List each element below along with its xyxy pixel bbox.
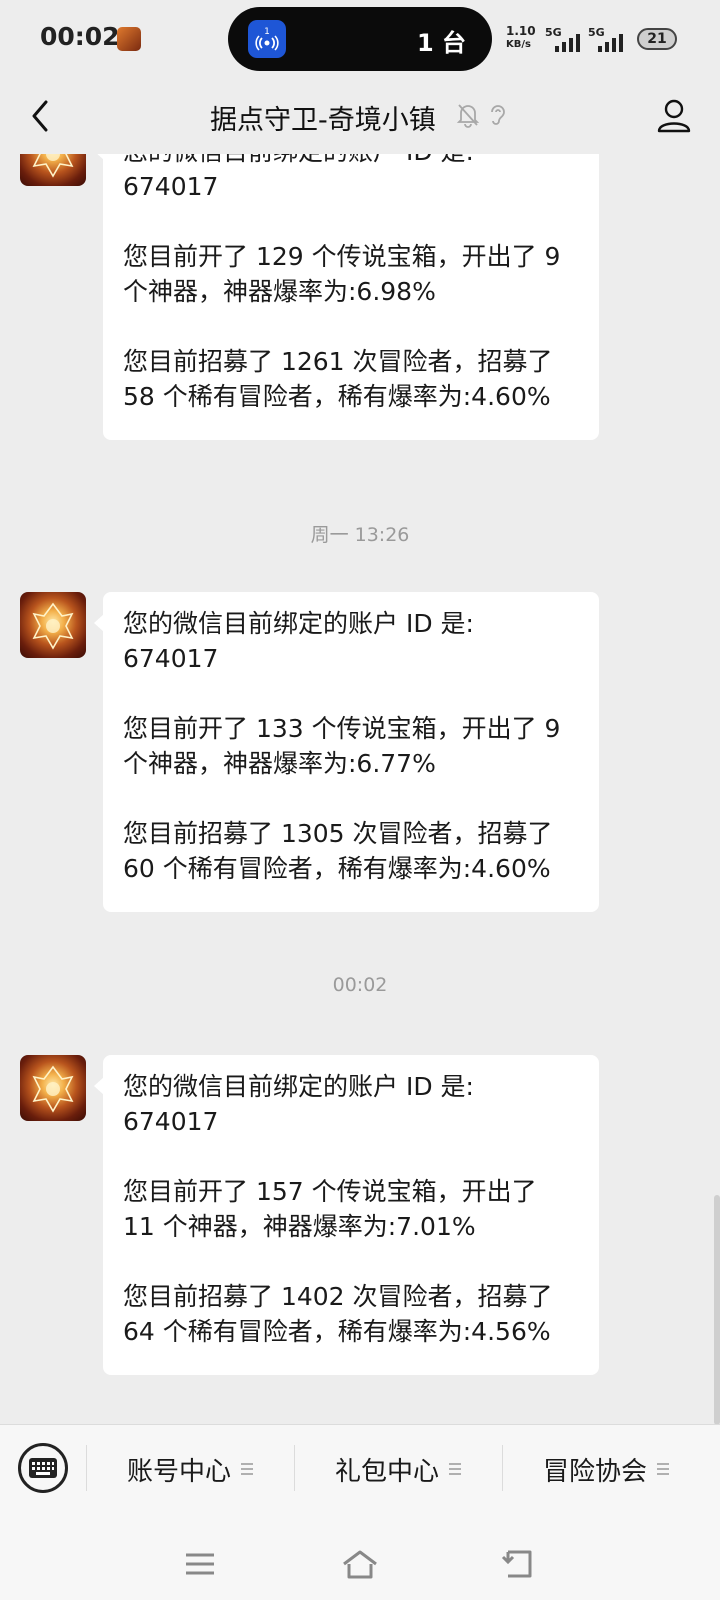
message-line: 您目前招募了 1402 次冒险者，招募了 bbox=[123, 1282, 553, 1311]
signal-sim1-icon: 5G bbox=[545, 26, 587, 52]
game-notification-icon bbox=[117, 27, 141, 51]
profile-button[interactable] bbox=[655, 96, 693, 134]
menu-item-label: 礼包中心 bbox=[334, 1456, 439, 1487]
message-line: 674017 bbox=[123, 1107, 219, 1136]
clock: 00:02 bbox=[40, 22, 120, 51]
message-bubble[interactable]: 您的微信目前绑定的账户 ID 是: 674017 您目前开了 133 个传说宝箱… bbox=[94, 592, 599, 912]
submenu-icon bbox=[657, 1463, 669, 1475]
message-line: 您目前开了 157 个传说宝箱，开出了 bbox=[123, 1177, 537, 1206]
keyboard-icon bbox=[29, 1458, 57, 1478]
back-nav-icon[interactable] bbox=[500, 1546, 538, 1582]
message-line: 674017 bbox=[123, 644, 219, 673]
message-line: 您目前招募了 1305 次冒险者，招募了 bbox=[123, 819, 553, 848]
crest-icon bbox=[32, 154, 74, 178]
net-speed-value: 1.10 bbox=[506, 24, 536, 38]
message-line: 个神器，神器爆率为:6.77% bbox=[123, 749, 436, 778]
message-line: 60 个稀有冒险者，稀有爆率为:4.60% bbox=[123, 854, 551, 883]
network-speed: 1.10 KB/s bbox=[506, 24, 536, 52]
bot-avatar[interactable] bbox=[20, 592, 86, 658]
message-line: 11 个神器，神器爆率为:7.01% bbox=[123, 1212, 476, 1241]
message-line: 个神器，神器爆率为:6.98% bbox=[123, 277, 436, 306]
submenu-icon bbox=[241, 1463, 253, 1475]
message-line: 674017 bbox=[123, 172, 219, 201]
system-nav-bar bbox=[0, 1546, 720, 1600]
message-line: 您的微信目前绑定的账户 ID 是: bbox=[123, 609, 474, 638]
battery-icon: 21 bbox=[637, 28, 677, 50]
timestamp: 周一 13:26 bbox=[310, 524, 410, 546]
chat-title: 据点守卫-奇境小镇 bbox=[210, 105, 436, 136]
broadcast-icon: 1 bbox=[248, 20, 286, 58]
menu-gift-center[interactable]: 礼包中心 bbox=[295, 1425, 501, 1513]
scrollbar[interactable] bbox=[714, 1195, 720, 1425]
person-icon bbox=[657, 99, 691, 133]
crest-icon bbox=[32, 1065, 74, 1113]
message-line: 您的微信目前绑定的账户 ID 是: bbox=[123, 1072, 474, 1101]
bot-avatar[interactable] bbox=[20, 154, 86, 186]
message-line: 64 个稀有冒险者，稀有爆率为:4.56% bbox=[123, 1317, 551, 1346]
message-line: 58 个稀有冒险者，稀有爆率为:4.60% bbox=[123, 382, 551, 411]
back-button[interactable] bbox=[24, 96, 60, 136]
menu-account-center[interactable]: 账号中心 bbox=[87, 1425, 293, 1513]
crest-icon bbox=[32, 602, 74, 650]
menu-adventure-guild[interactable]: 冒险协会 bbox=[503, 1425, 709, 1513]
dynamic-island[interactable]: 1 1 台 bbox=[228, 7, 492, 71]
service-menu-bar: 账号中心 礼包中心 冒险协会 bbox=[0, 1424, 720, 1546]
message-line: 您的微信目前绑定的账户 ID 是: bbox=[123, 154, 579, 169]
signal-sim2-icon: 5G bbox=[588, 26, 630, 52]
island-badge: 1 bbox=[264, 27, 270, 37]
chat-area[interactable]: 您的微信目前绑定的账户 ID 是: 674017 您目前开了 129 个传说宝箱… bbox=[0, 154, 720, 1424]
net-speed-unit: KB/s bbox=[506, 39, 531, 50]
menu-icon[interactable] bbox=[182, 1546, 218, 1582]
message-bubble[interactable]: 您的微信目前绑定的账户 ID 是: 674017 您目前开了 129 个传说宝箱… bbox=[94, 154, 599, 440]
home-icon[interactable] bbox=[340, 1546, 380, 1582]
battery-level: 21 bbox=[647, 31, 667, 47]
message-line: 您目前开了 129 个传说宝箱，开出了 9 bbox=[123, 242, 561, 271]
keyboard-toggle-button[interactable] bbox=[18, 1443, 68, 1493]
bell-off-icon bbox=[456, 102, 480, 128]
status-bar: 00:02 1 1 台 1.10 KB/s 5G 5G 21 bbox=[0, 0, 720, 78]
message-line: 您目前招募了 1261 次冒险者，招募了 bbox=[123, 347, 553, 376]
timestamp: 00:02 bbox=[332, 974, 388, 996]
menu-item-label: 冒险协会 bbox=[542, 1456, 647, 1487]
message-bubble[interactable]: 您的微信目前绑定的账户 ID 是: 674017 您目前开了 157 个传说宝箱… bbox=[94, 1055, 599, 1375]
ear-icon bbox=[487, 102, 509, 128]
chat-header: 据点守卫-奇境小镇 bbox=[0, 78, 720, 154]
island-text: 1 台 bbox=[416, 29, 466, 57]
chevron-left-icon bbox=[32, 100, 48, 132]
message-line: 您目前开了 133 个传说宝箱，开出了 9 bbox=[123, 714, 561, 743]
submenu-icon bbox=[449, 1463, 461, 1475]
bot-avatar[interactable] bbox=[20, 1055, 86, 1121]
menu-item-label: 账号中心 bbox=[126, 1456, 231, 1487]
